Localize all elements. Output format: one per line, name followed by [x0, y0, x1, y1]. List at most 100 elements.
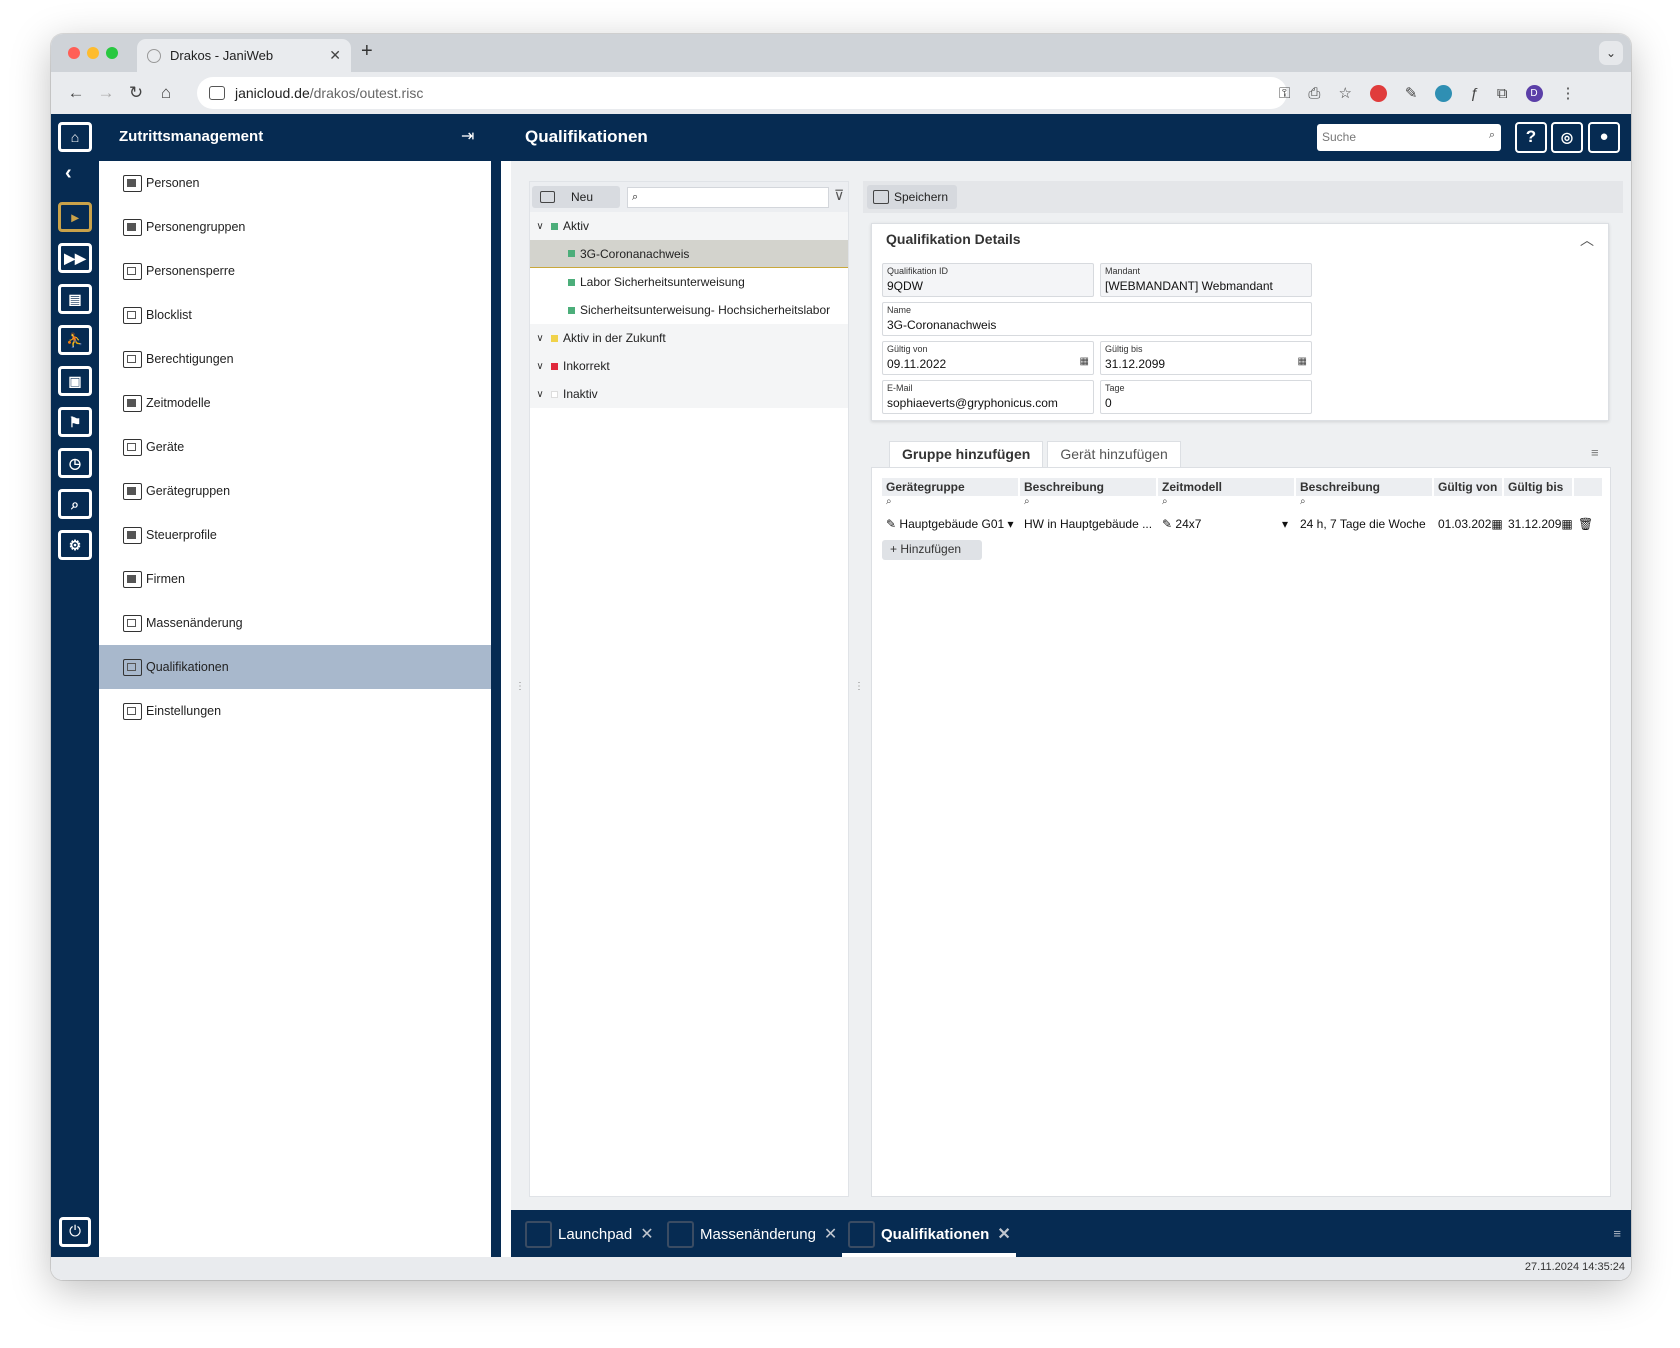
runner-rail-icon[interactable]: ⚑: [58, 407, 92, 437]
table-cell-valid-from[interactable]: 01.03.202▦: [1434, 514, 1502, 534]
globe-extension-icon[interactable]: [1435, 84, 1453, 102]
tree-group-inkorrekt[interactable]: ∨ Inkorrekt: [530, 352, 848, 380]
edit-icon[interactable]: ✎: [1162, 517, 1172, 531]
field-value[interactable]: 0: [1105, 396, 1112, 410]
delete-row-icon[interactable]: 🗑: [1574, 514, 1602, 534]
home-icon[interactable]: ⌂: [151, 83, 181, 103]
chevron-down-icon[interactable]: ∨: [533, 333, 547, 344]
home-rail-icon[interactable]: ⌂: [58, 122, 92, 152]
close-window-button[interactable]: [68, 47, 80, 59]
document-rail-icon[interactable]: ▤: [58, 284, 92, 314]
field-value[interactable]: sophiaeverts@gryphonicus.com: [887, 396, 1058, 410]
chevron-down-icon[interactable]: ∨: [533, 361, 547, 372]
browser-menu-icon[interactable]: ⋮: [1561, 84, 1576, 102]
tab-geraet-hinzufuegen[interactable]: Gerät hinzufügen: [1047, 441, 1181, 467]
column-header[interactable]: Beschreibung: [1020, 478, 1156, 496]
zoom-window-button[interactable]: [106, 47, 118, 59]
days-field[interactable]: Tage 0: [1100, 380, 1312, 414]
sidebar-item-personensperre[interactable]: Personensperre: [99, 249, 491, 293]
user-profile-button[interactable]: ●: [1588, 122, 1620, 153]
sidebar-item-massenaenderung[interactable]: Massenänderung: [99, 601, 491, 645]
tree-item[interactable]: 3G-Coronanachweis: [530, 240, 848, 268]
help-button[interactable]: ?: [1515, 122, 1547, 153]
site-info-icon[interactable]: [209, 86, 225, 100]
address-bar[interactable]: janicloud.de/drakos/outest.risc: [197, 77, 1287, 109]
back-icon[interactable]: ←: [61, 83, 91, 103]
table-cell-group[interactable]: ✎ Hauptgebäude G01 ▾: [882, 514, 1018, 534]
add-row-button[interactable]: + Hinzufügen: [882, 540, 982, 560]
calendar-icon[interactable]: ▦: [1561, 517, 1572, 531]
sidebar-resize-handle[interactable]: ⋮: [515, 681, 525, 692]
app-tab-launchpad[interactable]: Launchpad ✕: [525, 1218, 654, 1250]
sidebar-item-steuerprofile[interactable]: Steuerprofile: [99, 513, 491, 557]
column-header[interactable]: Zeitmodell: [1158, 478, 1294, 496]
close-tab-icon[interactable]: ✕: [329, 47, 341, 64]
dropdown-arrow-icon[interactable]: ▾: [1008, 517, 1014, 531]
field-value[interactable]: 3G-Coronanachweis: [887, 318, 996, 332]
tree-item[interactable]: Sicherheitsunterweisung- Hochsicherheits…: [530, 296, 848, 324]
adblock-extension-icon[interactable]: [1369, 84, 1387, 102]
tree-item[interactable]: Labor Sicherheitsunterweisung: [530, 268, 848, 296]
bookmark-star-icon[interactable]: ☆: [1338, 84, 1351, 102]
tab-gruppe-hinzufuegen[interactable]: Gruppe hinzufügen: [889, 441, 1044, 467]
sidebar-item-zeitmodelle[interactable]: Zeitmodelle: [99, 381, 491, 425]
column-filter-search-icon[interactable]: ⌕: [1158, 496, 1168, 512]
sidebar-item-personengruppen[interactable]: Personengruppen: [99, 205, 491, 249]
chevron-up-icon[interactable]: ︿: [1580, 230, 1594, 250]
reload-icon[interactable]: ↻: [121, 83, 151, 103]
collapse-icon[interactable]: ‹: [65, 162, 72, 185]
tabs-overflow-menu-icon[interactable]: ≡: [1613, 1226, 1621, 1241]
install-app-icon[interactable]: ⎙: [1308, 85, 1320, 102]
chevron-down-icon[interactable]: ∨: [533, 221, 547, 232]
table-cell-timemodel[interactable]: ✎ 24x7 ▾: [1158, 514, 1294, 534]
calendar-icon[interactable]: ▦: [1491, 517, 1502, 531]
close-icon[interactable]: ✕: [824, 1224, 837, 1244]
clock-rail-icon[interactable]: ◷: [58, 448, 92, 478]
new-tab-button[interactable]: +: [361, 40, 373, 63]
column-header[interactable]: Beschreibung: [1296, 478, 1432, 496]
password-key-icon[interactable]: ⚿: [1279, 85, 1290, 102]
profile-avatar[interactable]: D: [1525, 84, 1543, 102]
close-icon[interactable]: ✕: [997, 1224, 1010, 1244]
sidebar-item-geraete[interactable]: Geräte: [99, 425, 491, 469]
field-value[interactable]: 09.11.2022: [887, 357, 946, 371]
sidebar-item-personen[interactable]: Personen: [99, 161, 491, 205]
app-tab-qualifikationen[interactable]: Qualifikationen ✕: [848, 1218, 1011, 1250]
sidebar-item-qualifikationen[interactable]: Qualifikationen: [99, 645, 491, 689]
font-extension-icon[interactable]: ƒ: [1470, 85, 1478, 102]
forward-icon[interactable]: →: [91, 83, 121, 103]
column-filter-search-icon[interactable]: ⌕: [1296, 496, 1306, 512]
close-icon[interactable]: ✕: [640, 1224, 653, 1244]
app-tab-massenaenderung[interactable]: Massenänderung ✕: [667, 1218, 837, 1250]
name-field[interactable]: Name 3G-Coronanachweis: [882, 302, 1312, 336]
column-filter-search-icon[interactable]: ⌕: [1020, 496, 1030, 512]
tree-group-aktiv-zukunft[interactable]: ∨ Aktiv in der Zukunft: [530, 324, 848, 352]
global-search-input[interactable]: Suche ⌕: [1317, 124, 1501, 151]
column-header[interactable]: Gültig bis: [1504, 478, 1572, 496]
access-control-rail-icon[interactable]: ▸: [58, 202, 92, 232]
calendar-icon[interactable]: ▦: [1080, 356, 1089, 367]
browser-tab[interactable]: Drakos - JaniWeb ✕: [137, 39, 351, 72]
filter-add-icon[interactable]: ⊽: [834, 187, 844, 204]
save-button[interactable]: Speichern: [867, 185, 957, 209]
minimize-window-button[interactable]: [87, 47, 99, 59]
tabs-menu-icon[interactable]: ≡: [1591, 445, 1599, 460]
dropdown-arrow-icon[interactable]: ▾: [1282, 517, 1288, 531]
sidebar-item-berechtigungen[interactable]: Berechtigungen: [99, 337, 491, 381]
calendar-icon[interactable]: ▦: [1298, 356, 1307, 367]
sidebar-item-geraetegruppen[interactable]: Gerätegruppen: [99, 469, 491, 513]
valid-to-field[interactable]: Gültig bis 31.12.2099 ▦: [1100, 341, 1312, 375]
extensions-puzzle-icon[interactable]: ⧉: [1497, 85, 1508, 102]
eyedropper-extension-icon[interactable]: ✎: [1405, 84, 1418, 102]
sidebar-item-firmen[interactable]: Firmen: [99, 557, 491, 601]
list-search-input[interactable]: ⌕: [627, 187, 829, 208]
tree-group-aktiv[interactable]: ∨ Aktiv: [530, 212, 848, 240]
valid-from-field[interactable]: Gültig von 09.11.2022 ▦: [882, 341, 1094, 375]
chevron-down-icon[interactable]: ∨: [533, 389, 547, 400]
chat-support-button[interactable]: ◎: [1551, 122, 1583, 153]
tree-group-inaktiv[interactable]: ∨ Inaktiv: [530, 380, 848, 408]
column-header[interactable]: Gültig von: [1434, 478, 1502, 496]
table-cell-valid-to[interactable]: 31.12.209▦: [1504, 514, 1572, 534]
entry-rail-icon[interactable]: ⛹: [58, 325, 92, 355]
email-field[interactable]: E-Mail sophiaeverts@gryphonicus.com: [882, 380, 1094, 414]
